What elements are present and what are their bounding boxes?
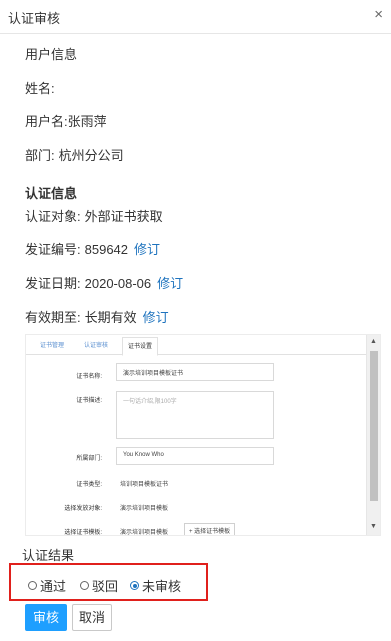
cert-number-value: 859642	[84, 242, 129, 257]
dept-label: 部门:	[25, 148, 55, 163]
name-label: 姓名:	[25, 81, 55, 96]
cert-target-value: 外部证书获取	[84, 209, 163, 224]
preview-template-value: 演示培训项目模板	[120, 530, 169, 536]
preview-desc-label: 证书描述:	[76, 398, 102, 404]
scroll-up-icon[interactable]: ▲	[370, 338, 377, 345]
preview-dept-input[interactable]: You Know Who	[116, 447, 274, 465]
preview-type-label: 证书类型:	[76, 482, 102, 488]
cert-date-label: 发证日期:	[25, 276, 81, 291]
username-label: 用户名:	[25, 114, 68, 129]
username-value: 张雨萍	[67, 114, 107, 129]
edit-validity-link[interactable]: 修订	[143, 310, 169, 325]
radio-reject-label: 驳回	[92, 579, 119, 594]
scroll-thumb[interactable]	[370, 351, 378, 501]
cert-number-row: 发证编号: 859642 修订	[25, 239, 160, 258]
tab-cert-settings[interactable]: 证书设置	[122, 337, 159, 356]
cert-validity-label: 有效期至:	[25, 310, 81, 325]
approve-button[interactable]: 审核	[25, 604, 67, 631]
radio-pending-indicator	[130, 581, 139, 590]
preview-tabs: 证书管理 认证审核 证书设置	[26, 335, 366, 356]
radio-pending[interactable]: 未审核	[130, 576, 181, 595]
preview-issue-value: 演示培训项目模板	[120, 506, 169, 512]
edit-number-link[interactable]: 修订	[134, 242, 160, 257]
result-heading: 认证结果	[22, 548, 75, 563]
preview-scrollbar[interactable]: ▲ ▼	[366, 335, 380, 535]
close-icon[interactable]: ×	[374, 6, 383, 24]
preview-select-template-button[interactable]: + 选择证书模板	[184, 523, 236, 535]
preview-type-value: 培训项目模板证书	[120, 482, 169, 488]
result-options: 通过 驳回 未审核	[9, 563, 208, 601]
cert-validity-row: 有效期至: 长期有效 修订	[25, 307, 169, 326]
radio-approve-label: 通过	[40, 579, 67, 594]
scroll-down-icon[interactable]: ▼	[370, 523, 377, 530]
preview-issue-label: 选择发放对象:	[64, 506, 102, 512]
certificate-preview: 证书管理 认证审核 证书设置 证书名称: 演示培训项目模板证书 证书描述: 一句…	[25, 334, 381, 536]
tab-cert-manage[interactable]: 证书管理	[40, 340, 64, 349]
edit-date-link[interactable]: 修订	[157, 276, 183, 291]
cert-date-value: 2020-08-06	[84, 276, 152, 291]
preview-name-label: 证书名称:	[76, 374, 102, 380]
cert-info-heading: 认证信息	[25, 186, 78, 201]
dialog-titlebar: 认证审核 ×	[0, 0, 391, 34]
radio-approve[interactable]: 通过	[28, 576, 66, 595]
preview-name-input[interactable]: 演示培训项目模板证书	[116, 363, 274, 381]
user-info-heading: 用户信息	[25, 47, 78, 62]
cert-date-row: 发证日期: 2020-08-06 修订	[25, 273, 183, 292]
radio-reject[interactable]: 驳回	[80, 576, 118, 595]
cancel-button[interactable]: 取消	[72, 604, 112, 631]
radio-pending-label: 未审核	[142, 579, 182, 594]
preview-dept-label: 所属部门:	[76, 456, 102, 462]
cert-target-row: 认证对象: 外部证书获取	[25, 206, 163, 225]
cert-target-label: 认证对象:	[25, 209, 81, 224]
cert-number-label: 发证编号:	[25, 242, 81, 257]
preview-desc-textarea[interactable]: 一句话介绍,限100字	[116, 391, 274, 439]
dept-value: 杭州分公司	[58, 148, 124, 163]
radio-approve-indicator	[28, 581, 37, 590]
radio-reject-indicator	[80, 581, 89, 590]
username-row: 用户名:张雨萍	[25, 111, 107, 130]
dialog-title: 认证审核	[8, 11, 61, 26]
dept-row: 部门: 杭州分公司	[25, 145, 124, 164]
preview-template-label: 选择证书模板:	[64, 530, 102, 536]
tab-cert-review[interactable]: 认证审核	[84, 340, 108, 349]
cert-validity-value: 长期有效	[84, 310, 137, 325]
